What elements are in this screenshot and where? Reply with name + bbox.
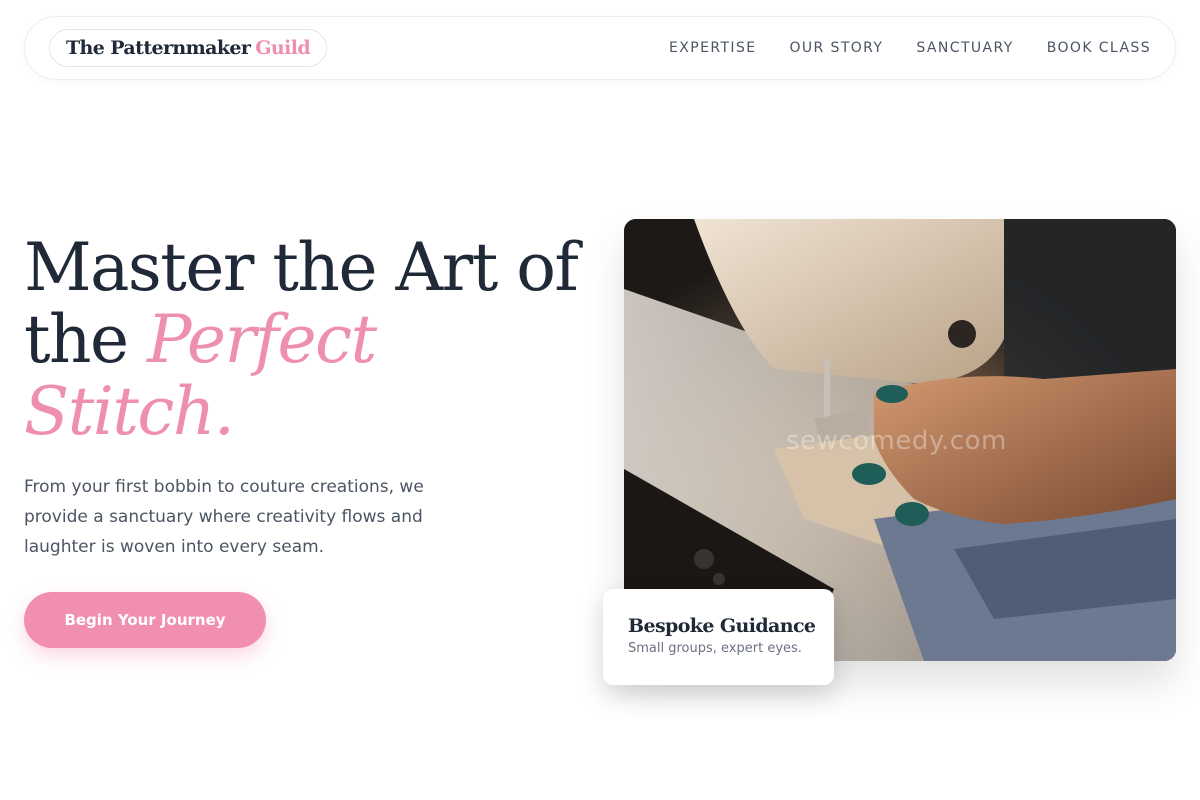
nav-links: EXPERTISE OUR STORY SANCTUARY BOOK CLASS — [669, 17, 1151, 79]
hero-title-accent-stitch: Stitch. — [24, 373, 235, 450]
hero-title-accent-perfect: Perfect — [147, 301, 377, 378]
hero-title: Master the Art of the Perfect Stitch. — [24, 232, 604, 448]
top-navbar: The Patternmaker Guild EXPERTISE OUR STO… — [24, 16, 1176, 80]
begin-journey-button[interactable]: Begin Your Journey — [24, 592, 266, 648]
logo-text: The Patternmaker — [66, 37, 251, 59]
hero-subtitle: From your first bobbin to couture creati… — [24, 477, 424, 557]
nav-link-our-story[interactable]: OUR STORY — [789, 40, 883, 56]
hero-title-line2: the — [24, 301, 129, 378]
hero-title-line1: Master the Art of — [24, 229, 579, 306]
nav-link-expertise[interactable]: EXPERTISE — [669, 40, 756, 56]
site-logo[interactable]: The Patternmaker Guild — [49, 29, 328, 67]
nav-link-sanctuary[interactable]: SANCTUARY — [916, 40, 1013, 56]
bespoke-guidance-card: Bespoke Guidance Small groups, expert ey… — [603, 589, 834, 685]
card-title: Bespoke Guidance — [628, 615, 816, 637]
nav-link-book-class[interactable]: BOOK CLASS — [1047, 40, 1151, 56]
card-subtitle: Small groups, expert eyes. — [628, 641, 802, 656]
image-watermark: sewcomedy.com — [786, 426, 1007, 456]
logo-accent-text: Guild — [255, 37, 311, 59]
